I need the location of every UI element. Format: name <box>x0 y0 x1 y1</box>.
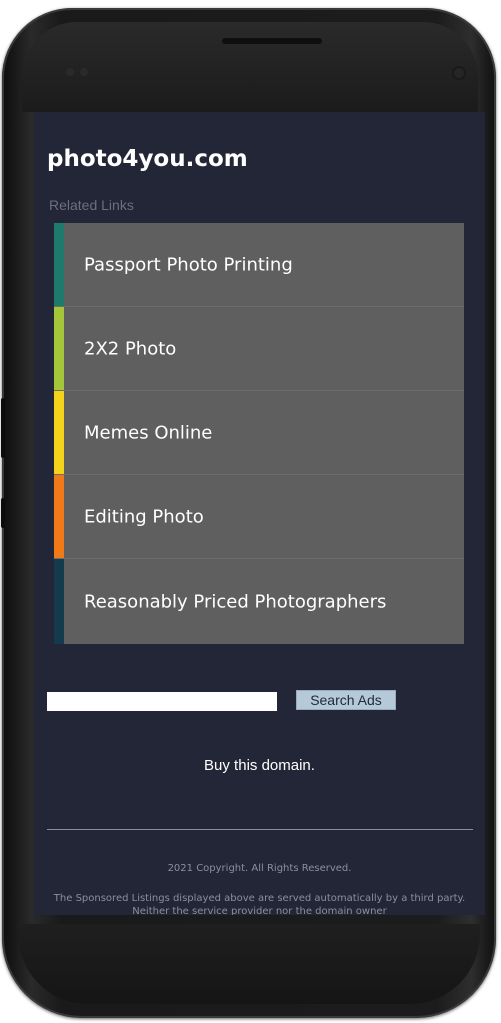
related-link-label: 2X2 Photo <box>84 338 177 359</box>
related-link-passport-photo-printing[interactable]: Passport Photo Printing <box>54 223 464 307</box>
related-links-heading: Related Links <box>49 197 134 213</box>
related-links-list: Passport Photo Printing 2X2 Photo Memes … <box>54 223 464 644</box>
footer-divider <box>47 829 473 830</box>
search-ads-button[interactable]: Search Ads <box>296 690 396 710</box>
search-input[interactable] <box>47 692 277 711</box>
link-color-bar <box>54 475 64 558</box>
sensor-dot <box>80 68 88 76</box>
screen: photo4you.com Related Links Passport Pho… <box>34 112 485 915</box>
link-color-bar <box>54 559 64 644</box>
related-link-label: Editing Photo <box>84 506 204 527</box>
link-color-bar <box>54 391 64 474</box>
speaker-grille <box>222 38 322 44</box>
related-link-reasonably-priced-photographers[interactable]: Reasonably Priced Photographers <box>54 559 464 644</box>
front-camera-icon <box>452 66 466 80</box>
related-link-label: Reasonably Priced Photographers <box>84 591 387 612</box>
site-title: photo4you.com <box>47 146 248 172</box>
side-button <box>1 498 5 528</box>
related-link-2x2-photo[interactable]: 2X2 Photo <box>54 307 464 391</box>
phone-bottom-bezel <box>18 924 480 1004</box>
link-color-bar <box>54 307 64 390</box>
phone-top-bezel <box>22 22 478 112</box>
link-color-bar <box>54 223 64 306</box>
volume-button <box>1 398 5 458</box>
related-link-memes-online[interactable]: Memes Online <box>54 391 464 475</box>
related-link-label: Passport Photo Printing <box>84 254 293 275</box>
disclaimer-text: The Sponsored Listings displayed above a… <box>53 893 466 915</box>
related-link-label: Memes Online <box>84 422 213 443</box>
related-link-editing-photo[interactable]: Editing Photo <box>54 475 464 559</box>
copyright-text: 2021 Copyright. All Rights Reserved. <box>167 863 352 874</box>
buy-domain-link[interactable]: Buy this domain. <box>34 757 485 774</box>
sensor-dot <box>66 68 74 76</box>
